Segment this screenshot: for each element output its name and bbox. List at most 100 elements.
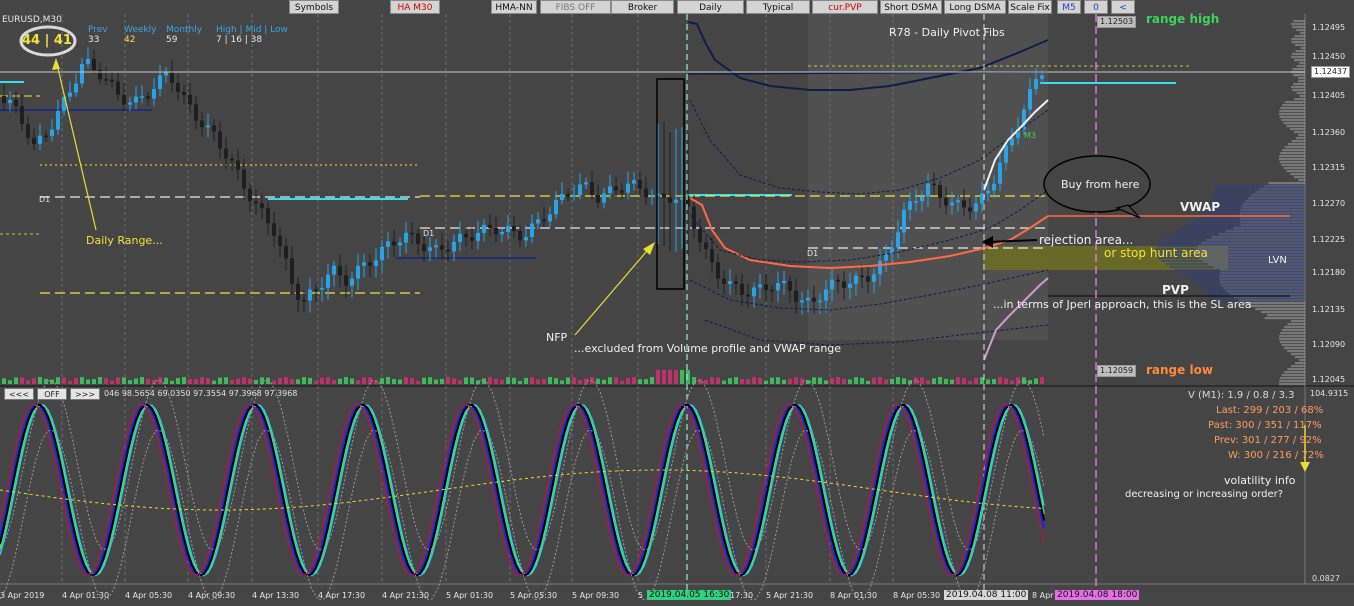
profile-bar: [1279, 335, 1305, 338]
scale-fix-button[interactable]: Scale Fix: [1008, 0, 1052, 14]
profile-bar-hv: [1186, 224, 1305, 227]
off-button[interactable]: OFF: [37, 388, 67, 400]
volume-bar: [782, 379, 786, 384]
profile-bar-hv: [1174, 269, 1305, 272]
volume-bar: [626, 377, 630, 384]
fibs-off-button[interactable]: FIBS OFF: [540, 0, 611, 14]
candle-body: [344, 275, 348, 286]
profile-bar: [1295, 44, 1305, 47]
profile-bar: [1279, 383, 1305, 386]
back-button[interactable]: <: [1111, 0, 1135, 14]
candle-body: [14, 99, 18, 106]
candle-body: [440, 245, 444, 250]
profile-bar-hv: [1162, 239, 1305, 242]
volume-bar: [74, 377, 78, 384]
profile-bar: [1294, 356, 1305, 359]
candle-body: [1004, 145, 1008, 163]
symbols-button[interactable]: Symbols: [289, 0, 339, 14]
volume-bar: [104, 378, 108, 384]
candle-body: [872, 274, 876, 282]
candle-body: [50, 129, 54, 137]
volume-bar: [212, 380, 216, 384]
candle-body: [308, 289, 312, 301]
volume-bar: [836, 377, 840, 384]
volume-bar: [128, 380, 132, 384]
volume-bar: [752, 377, 756, 384]
profile-bar: [1299, 62, 1305, 65]
profile-bar: [1293, 74, 1305, 77]
volume-bar: [560, 380, 564, 384]
volume-bar: [176, 377, 180, 384]
volume-bar: [986, 379, 990, 384]
candle-body: [578, 184, 582, 195]
long-dsma-button[interactable]: Long DSMA: [944, 0, 1006, 14]
daily-button[interactable]: Daily: [677, 0, 744, 14]
volume-bar: [26, 380, 30, 384]
volume-bar: [290, 379, 294, 384]
candle-body: [1040, 75, 1044, 79]
profile-bar: [1287, 350, 1305, 353]
candle-body: [668, 197, 672, 203]
candle-body: [152, 88, 156, 99]
profile-bar: [1293, 20, 1305, 23]
candle-body: [512, 226, 516, 231]
candle-body: [290, 258, 294, 284]
volume-bar: [716, 377, 720, 384]
profile-bar-hv: [1205, 209, 1305, 212]
profile-bar: [1279, 161, 1305, 164]
short-dsma-button[interactable]: Short DSMA: [880, 0, 942, 14]
candle-body: [572, 194, 576, 197]
volume-bar: [824, 380, 828, 384]
profile-bar: [1290, 128, 1305, 131]
volume-bar: [632, 377, 636, 384]
scroll-right-button[interactable]: >>>: [70, 388, 100, 400]
profile-bar: [1279, 341, 1305, 344]
volume-bar: [116, 377, 120, 384]
volume-bar: [56, 377, 60, 384]
price-tick: 1.12045: [1312, 375, 1346, 384]
typical-button[interactable]: Typical: [746, 0, 810, 14]
volume-bar: [50, 379, 54, 384]
candle-body: [284, 246, 288, 259]
candle-body: [596, 195, 600, 203]
candle-body: [842, 281, 846, 288]
profile-bar: [1284, 371, 1305, 374]
profile-bar: [1287, 368, 1305, 371]
candle-body: [470, 237, 474, 241]
profile-bar: [1280, 152, 1305, 155]
price-tick: 1.12315: [1312, 163, 1346, 172]
scroll-left-button[interactable]: <<<: [4, 388, 34, 400]
candle-body: [716, 262, 720, 279]
rejection-area-label: rejection area...: [1039, 233, 1134, 247]
candle-body: [782, 280, 786, 284]
volume-bar: [530, 377, 534, 384]
profile-bar: [1299, 95, 1305, 98]
candle-body: [812, 297, 816, 302]
volume-bar: [32, 378, 36, 384]
zero-button[interactable]: 0: [1084, 0, 1108, 14]
candle-body: [956, 200, 960, 203]
candle-body: [584, 182, 588, 185]
profile-bar: [1296, 92, 1305, 95]
cur-pvp-button[interactable]: cur.PVP: [812, 0, 878, 14]
vol-last-line: Last: 299 / 203 / 68%: [1216, 405, 1324, 416]
candle-body: [1010, 138, 1014, 146]
volume-bar: [692, 377, 696, 384]
candle-body: [464, 233, 468, 238]
candle-body: [692, 206, 696, 229]
profile-bar: [1280, 107, 1305, 110]
hma-nn-button[interactable]: HMA-NN: [491, 0, 537, 14]
volume-bar: [254, 379, 258, 384]
candle-body: [914, 201, 918, 203]
m5-button[interactable]: M5: [1057, 0, 1081, 14]
ha-m30-button[interactable]: HA M30: [390, 0, 440, 14]
broker-button[interactable]: Broker: [611, 0, 674, 14]
profile-bar: [1298, 359, 1305, 362]
candle-body: [830, 279, 834, 290]
profile-bar: [1291, 320, 1305, 323]
candle-body: [518, 230, 522, 241]
volume-bar: [392, 378, 396, 384]
volume-bar: [1028, 380, 1032, 384]
volume-bar: [956, 377, 960, 384]
volume-bar: [188, 379, 192, 384]
